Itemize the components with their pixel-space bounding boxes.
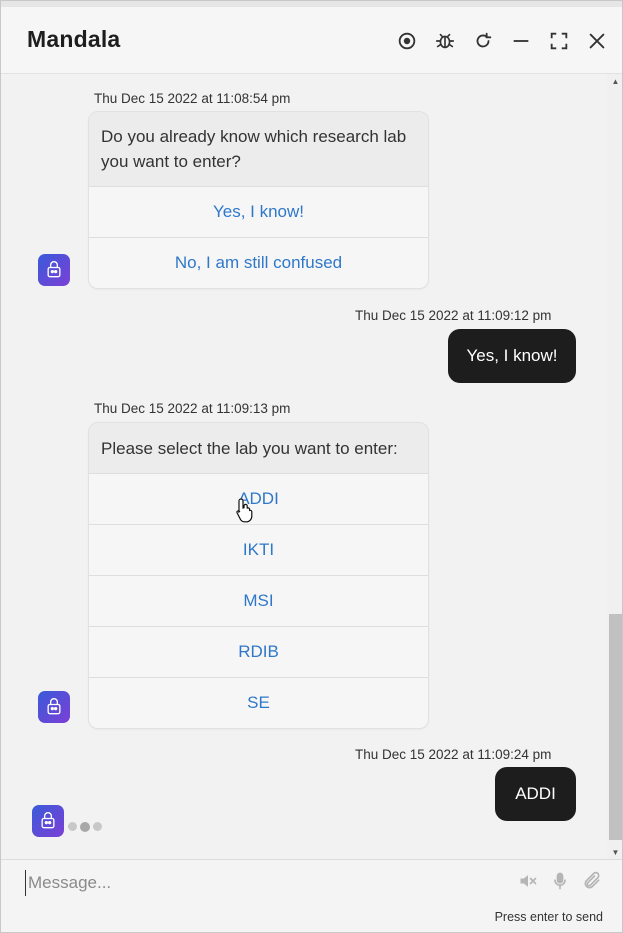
message-list[interactable]: Thu Dec 15 2022 at 11:08:54 pm Do you al… (1, 74, 607, 859)
record-icon[interactable] (388, 27, 426, 55)
scroll-up-arrow-icon[interactable]: ▲ (607, 74, 622, 88)
message-timestamp: Thu Dec 15 2022 at 11:08:54 pm (94, 91, 291, 106)
option-msi[interactable]: MSI (89, 575, 428, 626)
message-timestamp: Thu Dec 15 2022 at 11:09:12 pm (355, 308, 552, 323)
message-input[interactable] (25, 870, 495, 896)
option-still-confused[interactable]: No, I am still confused (89, 237, 428, 288)
chat-window: Mandala Thu Dec 15 2022 at 11:08:54 pm D… (0, 0, 623, 933)
bot-avatar (32, 805, 64, 837)
option-addi[interactable]: ADDI (89, 473, 428, 524)
user-message-bubble: Yes, I know! (448, 329, 576, 383)
robot-icon (47, 698, 61, 715)
bot-avatar (38, 254, 70, 286)
refresh-icon[interactable] (464, 27, 502, 55)
attachment-icon[interactable] (580, 869, 604, 893)
bot-question-card: Do you already know which research lab y… (88, 111, 429, 289)
chat-title: Mandala (27, 26, 121, 52)
option-ikti[interactable]: IKTI (89, 524, 428, 575)
option-rdib[interactable]: RDIB (89, 626, 428, 677)
message-timestamp: Thu Dec 15 2022 at 11:09:24 pm (355, 747, 552, 762)
minimize-icon[interactable] (502, 27, 540, 55)
chat-scrollbar[interactable]: ▲ ▼ (607, 74, 622, 859)
message-timestamp: Thu Dec 15 2022 at 11:09:13 pm (94, 401, 291, 416)
scroll-down-arrow-icon[interactable]: ▼ (607, 845, 622, 859)
typing-dot (68, 822, 77, 831)
bot-question-text: Do you already know which research lab y… (89, 112, 428, 186)
mute-icon[interactable] (516, 869, 540, 893)
bot-avatar (38, 691, 70, 723)
bug-icon[interactable] (426, 27, 464, 55)
scroll-thumb[interactable] (609, 614, 622, 840)
typing-dot (80, 821, 90, 832)
fullscreen-icon[interactable] (540, 27, 578, 55)
option-yes-i-know[interactable]: Yes, I know! (89, 186, 428, 237)
send-hint: Press enter to send (494, 910, 603, 924)
user-message-bubble: ADDI (495, 767, 576, 821)
robot-icon (41, 812, 55, 829)
bot-question-text: Please select the lab you want to enter: (89, 423, 428, 473)
chat-header: Mandala (1, 7, 622, 74)
option-se[interactable]: SE (89, 677, 428, 728)
hand-cursor-icon (236, 498, 253, 523)
microphone-icon[interactable] (548, 869, 572, 893)
robot-icon (47, 261, 61, 278)
typing-indicator (68, 821, 102, 832)
bot-lab-select-card: Please select the lab you want to enter:… (88, 422, 429, 729)
close-icon[interactable] (578, 27, 616, 55)
typing-dot (93, 822, 102, 831)
composer-actions (516, 869, 604, 893)
header-actions (388, 27, 616, 55)
composer: Press enter to send (1, 859, 622, 932)
